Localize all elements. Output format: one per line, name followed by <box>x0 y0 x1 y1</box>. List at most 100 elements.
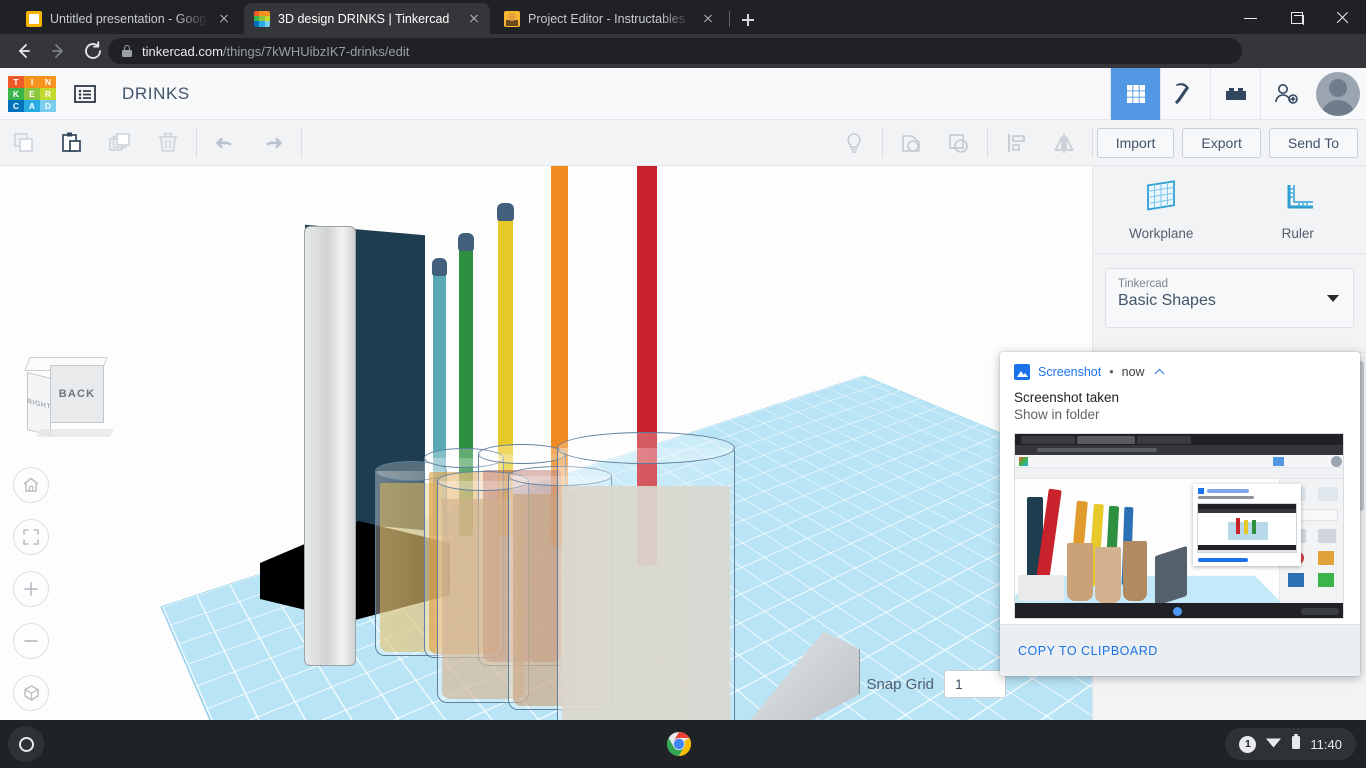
notification-header: Screenshot • now <box>1000 352 1360 380</box>
battery-icon[interactable] <box>1291 734 1301 755</box>
duplicate-icon[interactable] <box>96 120 144 166</box>
cup-6-large[interactable] <box>557 448 735 720</box>
perspective-toggle-icon[interactable] <box>13 675 49 711</box>
chrome-icon[interactable] <box>665 730 693 758</box>
maximize-icon[interactable] <box>1274 0 1320 34</box>
tab-title: 3D design DRINKS | Tinkercad <box>278 12 458 26</box>
thumb-tabstrip <box>1015 434 1344 445</box>
view-cube-front-face[interactable]: BACK <box>50 365 104 423</box>
grid-view-icon[interactable] <box>1110 68 1160 120</box>
chevron-down-icon[interactable] <box>1327 295 1339 302</box>
mirror-icon[interactable] <box>1040 120 1088 166</box>
notification-count-badge[interactable]: 1 <box>1239 736 1256 753</box>
export-button[interactable]: Export <box>1182 128 1260 158</box>
lego-brick-icon[interactable] <box>1210 68 1260 120</box>
launcher-circle-icon[interactable] <box>8 726 44 762</box>
system-tray[interactable]: 1 11:40 <box>1225 728 1356 760</box>
screenshot-notification[interactable]: Screenshot • now Screenshot taken Show i… <box>1000 352 1360 676</box>
import-button[interactable]: Import <box>1097 128 1175 158</box>
new-tab-button[interactable] <box>736 8 760 32</box>
library-selected: Basic Shapes <box>1118 292 1341 310</box>
user-avatar[interactable] <box>1316 72 1360 116</box>
copy-icon[interactable] <box>0 120 48 166</box>
3d-canvas[interactable]: RIGHT BACK <box>0 166 1092 720</box>
notification-title: Screenshot taken <box>1000 380 1360 405</box>
white-cylinder-left[interactable] <box>304 226 356 666</box>
ungroup-icon[interactable] <box>935 120 983 166</box>
screenshot-thumbnail[interactable] <box>1014 433 1344 619</box>
view-cube-side-face[interactable]: RIGHT <box>27 372 51 436</box>
send-to-button[interactable]: Send To <box>1269 128 1358 158</box>
redo-icon[interactable] <box>249 120 297 166</box>
thumb-nested-notification <box>1193 484 1301 566</box>
logo-letter: C <box>8 100 24 112</box>
url-host: tinkercad.com <box>142 44 223 59</box>
back-arrow-icon[interactable] <box>9 37 37 65</box>
minecraft-pickaxe-icon[interactable] <box>1160 68 1210 120</box>
logo-letter: N <box>40 76 56 88</box>
chevron-up-icon[interactable] <box>1153 366 1165 378</box>
tab-close-icon[interactable] <box>466 11 482 27</box>
browser-tab-0[interactable]: Untitled presentation - Google Sli <box>16 3 240 34</box>
snap-grid-input[interactable]: 1 <box>944 670 1006 698</box>
thumbnail-content <box>1015 434 1343 618</box>
panel-tools: Workplane Ruler <box>1093 166 1366 254</box>
close-icon[interactable] <box>1320 0 1366 34</box>
logo-letter: K <box>8 88 24 100</box>
lock-icon <box>122 45 132 57</box>
url-text: tinkercad.com/things/7kWHUibzIK7-drinks/… <box>142 44 409 59</box>
slides-icon <box>26 11 42 27</box>
hint-lightbulb-icon[interactable] <box>830 120 878 166</box>
thumb-shelf <box>1015 603 1344 619</box>
notification-subtitle[interactable]: Show in folder <box>1000 405 1360 422</box>
tab-close-icon[interactable] <box>700 11 716 27</box>
logo-letter: I <box>24 76 40 88</box>
fit-to-view-icon[interactable] <box>13 519 49 555</box>
group-icon[interactable] <box>887 120 935 166</box>
instructables-icon <box>504 11 520 27</box>
paste-icon[interactable] <box>48 120 96 166</box>
url-path: /things/7kWHUibzIK7-drinks/edit <box>223 44 409 59</box>
delete-icon[interactable] <box>144 120 192 166</box>
zoom-in-icon[interactable] <box>13 571 49 607</box>
app-toolbar: Import Export Send To <box>0 120 1366 166</box>
thumb-nested-image <box>1197 503 1297 553</box>
logo-letter: D <box>40 100 56 112</box>
copy-to-clipboard-button[interactable]: COPY TO CLIPBOARD <box>1018 644 1158 658</box>
ruler-tool[interactable]: Ruler <box>1230 166 1366 253</box>
browser-tab-2[interactable]: Project Editor - Instructables <box>494 3 724 34</box>
notification-time: now <box>1122 365 1145 379</box>
tinkercad-app: T I N K E R C A D DRINKS <box>0 68 1366 720</box>
toolbar-divider <box>882 128 883 158</box>
view-cube[interactable]: RIGHT BACK <box>22 361 108 441</box>
zoom-out-icon[interactable] <box>13 623 49 659</box>
minimize-icon[interactable] <box>1228 0 1274 34</box>
screenshot-app-icon <box>1014 364 1030 380</box>
page-title[interactable]: DRINKS <box>122 84 190 104</box>
invite-person-icon[interactable] <box>1260 68 1310 120</box>
tab-title: Untitled presentation - Google Sli <box>50 12 208 26</box>
home-view-icon[interactable] <box>13 467 49 503</box>
wifi-icon[interactable] <box>1265 735 1282 754</box>
undo-icon[interactable] <box>201 120 249 166</box>
notification-footer: COPY TO CLIPBOARD <box>1000 624 1360 676</box>
workplane-tool[interactable]: Workplane <box>1093 166 1230 253</box>
chromeos-shelf: 1 11:40 <box>0 720 1366 768</box>
toolbar-divider <box>987 128 988 158</box>
library-source: Tinkercad <box>1118 278 1341 290</box>
shape-library-select[interactable]: Tinkercad Basic Shapes <box>1105 268 1354 328</box>
reload-icon[interactable] <box>79 37 107 65</box>
forward-arrow-icon[interactable] <box>45 37 73 65</box>
logo-letter: T <box>8 76 24 88</box>
address-bar[interactable]: tinkercad.com/things/7kWHUibzIK7-drinks/… <box>108 38 1242 64</box>
tinkercad-logo[interactable]: T I N K E R C A D <box>8 76 56 112</box>
tab-close-icon[interactable] <box>216 11 232 27</box>
browser-tab-1[interactable]: 3D design DRINKS | Tinkercad <box>244 3 490 34</box>
list-panel-icon[interactable] <box>68 77 102 111</box>
align-icon[interactable] <box>992 120 1040 166</box>
3d-objects <box>0 166 1092 720</box>
clock-time[interactable]: 11:40 <box>1310 737 1342 752</box>
wedge-object[interactable] <box>730 628 860 720</box>
ruler-tool-label: Ruler <box>1282 226 1314 241</box>
browser-toolbar: tinkercad.com/things/7kWHUibzIK7-drinks/… <box>0 34 1366 68</box>
